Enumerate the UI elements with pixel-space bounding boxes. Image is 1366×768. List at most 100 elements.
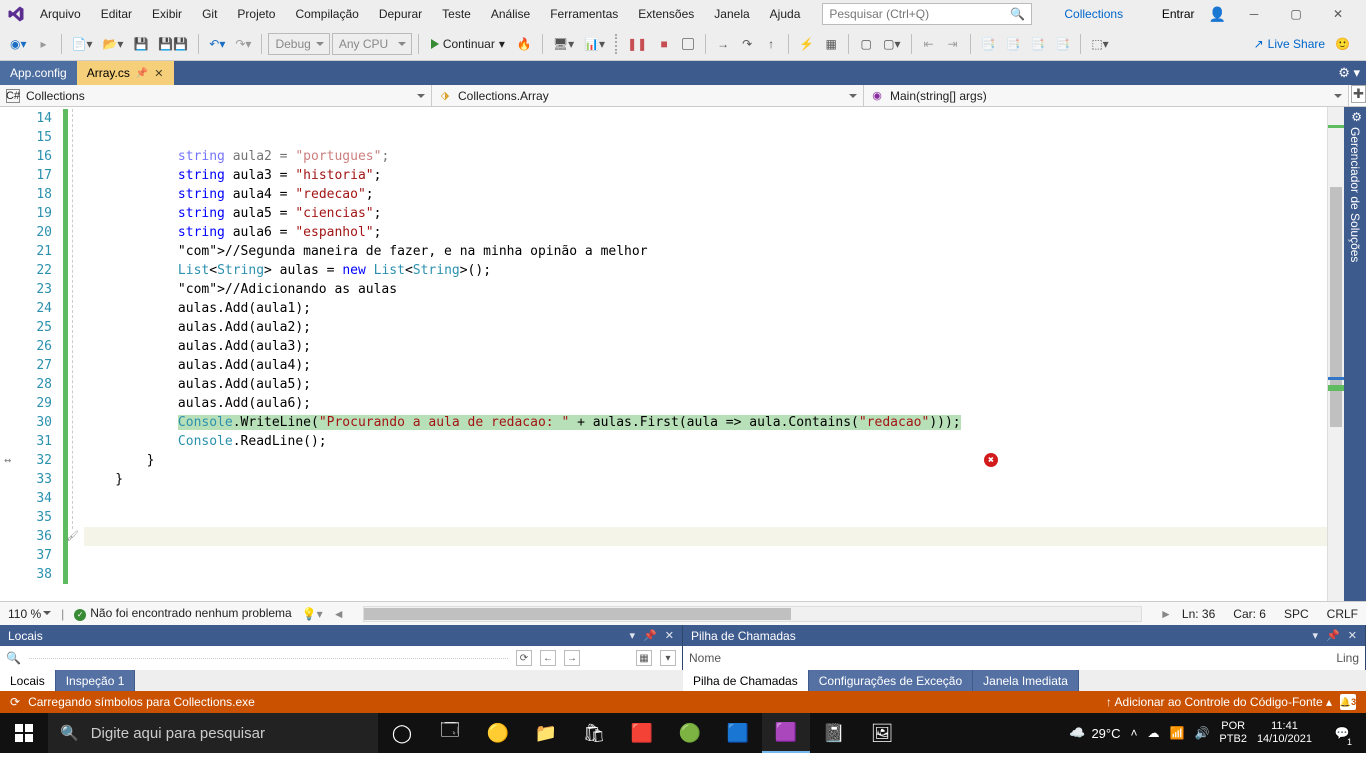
taskbar-search[interactable]: 🔍 Digite aqui para pesquisar [48, 713, 378, 753]
step-over-button[interactable]: ↷ [736, 33, 758, 55]
misc-btn-2[interactable]: ▦ [820, 33, 842, 55]
word-icon[interactable]: 🟦 [714, 713, 762, 753]
solution-name[interactable]: Collections [1054, 3, 1133, 25]
misc-btn-1[interactable]: ⚡ [795, 33, 818, 55]
problems-text[interactable]: Não foi encontrado nenhum problema [90, 606, 291, 620]
gear-icon[interactable]: ⚙ [1351, 110, 1362, 124]
save-all-button[interactable]: 💾💾 [154, 33, 192, 55]
split-editor-button[interactable]: ✚ [1351, 85, 1366, 103]
menu-editar[interactable]: Editar [91, 3, 142, 25]
menu-compilação[interactable]: Compilação [285, 3, 368, 25]
language-indicator[interactable]: PORPTB2 [1219, 720, 1247, 746]
vertical-scrollbar[interactable] [1327, 107, 1344, 601]
panel-tab[interactable]: Locais [0, 670, 56, 691]
panel-tab[interactable]: Inspeção 1 [56, 670, 136, 691]
save-button[interactable]: 💾 [129, 33, 152, 55]
lightbulb-icon[interactable]: 💡▾ [302, 607, 323, 621]
bookmark-btn-4[interactable]: 📑 [1051, 33, 1074, 55]
app-icon-2[interactable]: 🖼 [858, 713, 906, 753]
minimize-button[interactable]: ─ [1240, 3, 1268, 25]
onedrive-icon[interactable]: ☁ [1148, 726, 1160, 740]
menu-ferramentas[interactable]: Ferramentas [540, 3, 628, 25]
menu-arquivo[interactable]: Arquivo [30, 3, 91, 25]
hot-reload-button[interactable]: 🔥 [513, 33, 536, 55]
task-view-icon[interactable]: ◯ [378, 713, 426, 753]
misc-btn-5[interactable]: ⬚▾ [1087, 33, 1112, 55]
spotify-icon[interactable]: 🟢 [666, 713, 714, 753]
undo-button[interactable]: ↶▾ [205, 33, 229, 55]
store-icon[interactable]: 🛍 [570, 713, 618, 753]
panel-tab[interactable]: Janela Imediata [973, 670, 1079, 691]
panel-tab[interactable]: Configurações de Exceção [809, 670, 973, 691]
panel-btn-5[interactable]: ▾ [660, 650, 676, 666]
taskbar-icon[interactable]: 🗔 [426, 713, 474, 753]
nav-back-button[interactable]: ◉▾ [6, 33, 31, 55]
platform-dropdown[interactable]: Any CPU [332, 33, 412, 55]
panel-close-icon[interactable]: ✕ [665, 629, 674, 642]
panel-dropdown-icon[interactable]: ▾ [630, 629, 636, 642]
stop-button[interactable]: ■ [653, 33, 675, 55]
open-button[interactable]: 📂▾ [98, 33, 127, 55]
menu-ajuda[interactable]: Ajuda [760, 3, 811, 25]
tray-chevron-icon[interactable]: ˄ [1131, 726, 1138, 740]
bookmark-btn-2[interactable]: 📑 [1001, 33, 1024, 55]
panel-tab[interactable]: Pilha de Chamadas [683, 670, 809, 691]
solution-explorer-tool[interactable]: ⚙ Gerenciador de Soluções [1344, 107, 1366, 601]
restart-button[interactable] [677, 33, 699, 55]
clock[interactable]: 11:4114/10/2021 [1257, 720, 1312, 746]
source-control-link[interactable]: ↑ Adicionar ao Controle do Código-Fonte … [1106, 695, 1332, 709]
panel-btn-3[interactable]: → [564, 650, 580, 666]
office-icon[interactable]: 🟥 [618, 713, 666, 753]
explorer-icon[interactable]: 📁 [522, 713, 570, 753]
horizontal-scrollbar[interactable] [363, 606, 1142, 622]
nav-class-dropdown[interactable]: ⬗ Collections.Array [432, 85, 864, 106]
new-project-button[interactable]: 📄▾ [68, 33, 97, 55]
wifi-icon[interactable]: 📶 [1170, 726, 1185, 740]
maximize-button[interactable]: ▢ [1282, 3, 1310, 25]
panel-dropdown-icon[interactable]: ▾ [1313, 629, 1319, 642]
app-insights-button[interactable]: 📊▾ [580, 33, 609, 55]
redo-button[interactable]: ↷▾ [231, 33, 255, 55]
zoom-dropdown[interactable]: 110 % [8, 607, 51, 621]
continue-button[interactable]: Continuar ▾ [425, 33, 511, 55]
panel-close-icon[interactable]: ✕ [1348, 629, 1357, 642]
close-button[interactable]: ✕ [1324, 3, 1352, 25]
nav-member-dropdown[interactable]: ◉ Main(string[] args) [864, 85, 1349, 106]
feedback-button[interactable]: 🙂 [1331, 33, 1354, 55]
menu-análise[interactable]: Análise [481, 3, 540, 25]
nav-project-dropdown[interactable]: C# Collections [0, 85, 432, 106]
menu-extensões[interactable]: Extensões [628, 3, 704, 25]
notifications-badge[interactable]: 🔔3 [1340, 694, 1356, 710]
step-out-button[interactable]: ↑ [760, 33, 782, 55]
menu-teste[interactable]: Teste [432, 3, 481, 25]
eol-mode[interactable]: CRLF [1327, 607, 1358, 621]
panel-pin-icon[interactable]: 📌 [1326, 629, 1340, 642]
menu-janela[interactable]: Janela [704, 3, 759, 25]
search-input[interactable]: Pesquisar (Ctrl+Q) 🔍 [822, 3, 1032, 25]
pause-button[interactable]: ❚❚ [623, 33, 651, 55]
tab-close-icon[interactable]: ✕ [154, 67, 163, 80]
pin-icon[interactable]: 📌 [136, 68, 148, 79]
menu-exibir[interactable]: Exibir [142, 3, 192, 25]
code-editor[interactable]: 1415161718192021222324252627282930313233… [0, 107, 1344, 601]
step-into-button[interactable]: → [712, 33, 734, 55]
indent-button[interactable]: ⇥ [942, 33, 964, 55]
misc-btn-3[interactable]: ▢ [855, 33, 877, 55]
signin-link[interactable]: Entrar [1162, 7, 1195, 21]
chrome-icon[interactable]: 🟡 [474, 713, 522, 753]
menu-projeto[interactable]: Projeto [227, 3, 285, 25]
weather-widget[interactable]: ☁️ 29°C [1069, 725, 1120, 741]
config-dropdown[interactable]: Debug [268, 33, 329, 55]
app-icon-1[interactable]: 📓 [810, 713, 858, 753]
panel-btn-1[interactable]: ⟳ [516, 650, 532, 666]
outdent-button[interactable]: ⇤ [918, 33, 940, 55]
start-button[interactable] [0, 713, 48, 753]
misc-btn-4[interactable]: ▢▾ [879, 33, 904, 55]
tab-app-config[interactable]: App.config [0, 61, 77, 85]
menu-depurar[interactable]: Depurar [369, 3, 432, 25]
indent-mode[interactable]: SPC [1284, 607, 1309, 621]
menu-git[interactable]: Git [192, 3, 227, 25]
panel-pin-icon[interactable]: 📌 [643, 629, 657, 642]
live-share-button[interactable]: ↗ Live Share [1254, 37, 1325, 51]
tab-options-icon[interactable]: ⚙ ▾ [1338, 65, 1360, 81]
